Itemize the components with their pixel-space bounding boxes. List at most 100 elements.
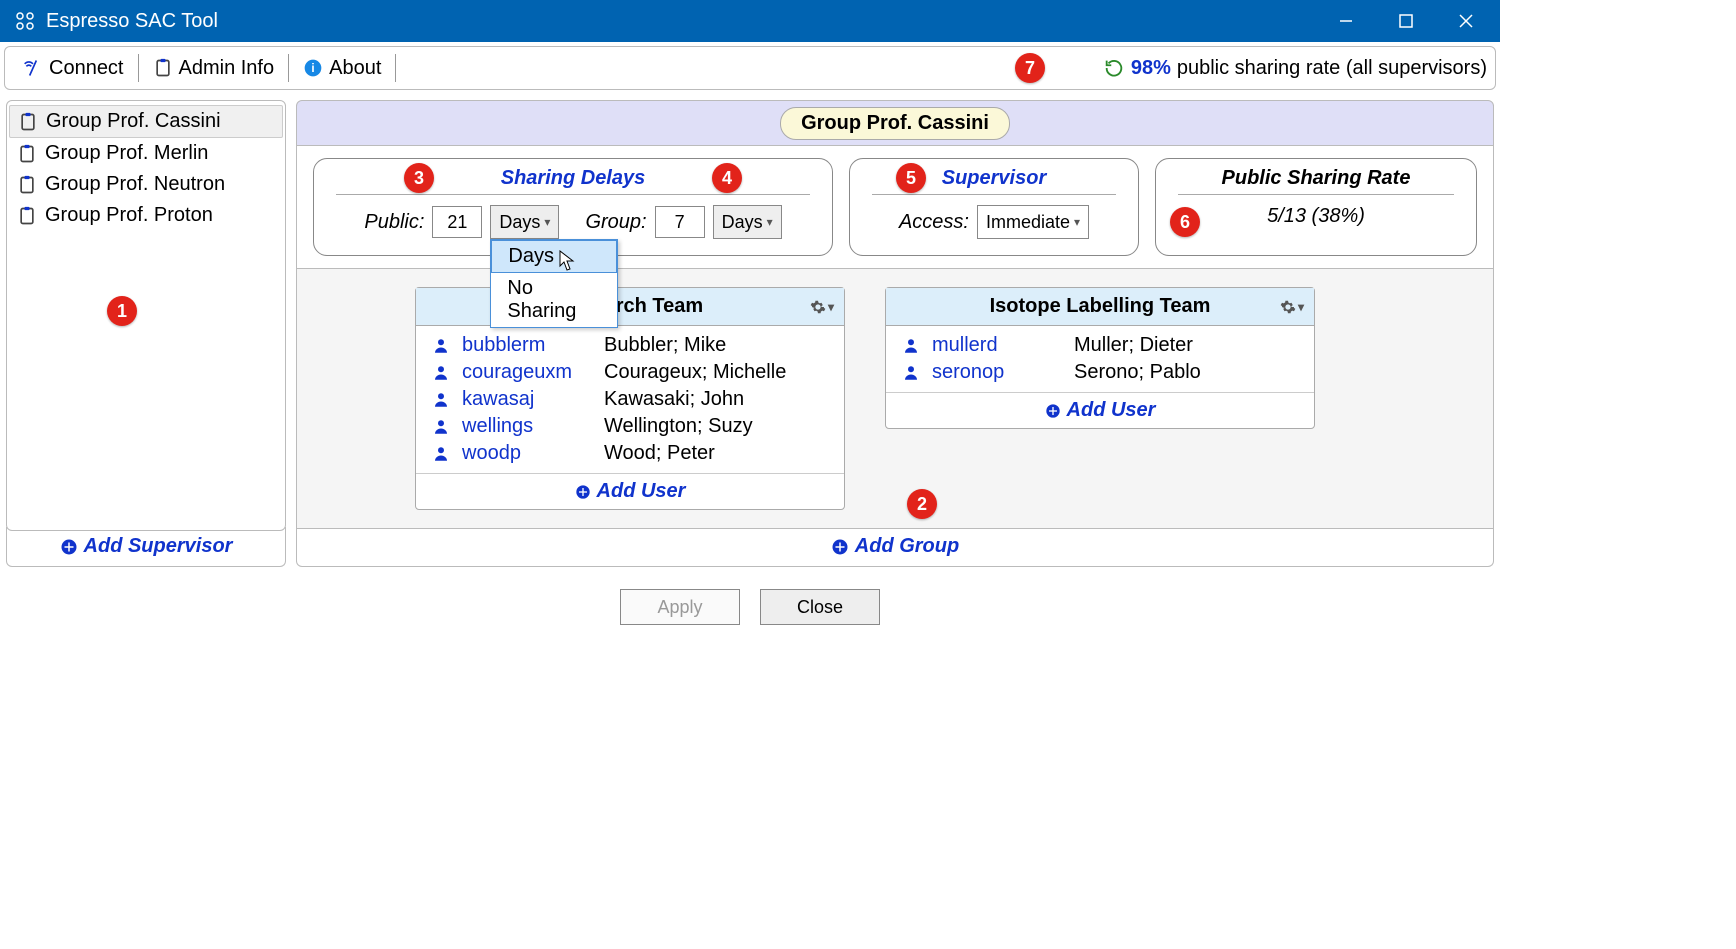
team-body: mullerd Muller; Dieter seronop Serono; Pabl…: [886, 326, 1314, 392]
sidebar-item-merlin[interactable]: Group Prof. Merlin: [9, 138, 283, 169]
user-id: kawasaj: [462, 388, 592, 411]
app-icon: [12, 8, 38, 34]
user-icon: [902, 337, 920, 355]
separator: [395, 54, 396, 82]
add-user-button[interactable]: Add User: [416, 473, 844, 509]
user-row[interactable]: kawasajKawasaki; John: [432, 386, 828, 413]
separator: [288, 54, 289, 82]
unit-option-nosharing[interactable]: No Sharing: [491, 273, 617, 327]
about-button[interactable]: i About: [293, 55, 391, 82]
sidebar-item-label: Group Prof. Neutron: [45, 173, 225, 196]
clipboard-icon: [17, 144, 37, 164]
user-icon: [902, 364, 920, 382]
apply-button[interactable]: Apply: [620, 589, 740, 625]
user-row[interactable]: wellings Wellington; Suzy: [432, 413, 828, 440]
team-header: Research Team ▾: [416, 288, 844, 326]
info-icon: i: [303, 58, 323, 78]
titlebar: Espresso SAC Tool: [0, 0, 1500, 42]
add-user-label: Add User: [597, 480, 686, 503]
user-row[interactable]: courageuxm Courageux; Michelle: [432, 359, 828, 386]
global-share-rate: 98% public sharing rate (all supervisors…: [1103, 57, 1487, 80]
user-row[interactable]: seronop Serono; Pablo: [902, 359, 1298, 386]
team-body: bubblermBubbler; Mikecourageuxm Courageux…: [416, 326, 844, 473]
group-title-chip: Group Prof. Cassini: [780, 107, 1010, 140]
user-row[interactable]: woodp Wood; Peter: [432, 440, 828, 467]
group-unit-value: Days: [722, 212, 763, 233]
supervisor-access-label: Access:: [899, 211, 969, 234]
user-row[interactable]: bubblermBubbler; Mike: [432, 332, 828, 359]
team-card-isotope: Isotope Labelling Team ▾ mullerd Muller; …: [885, 287, 1315, 429]
user-name: Muller; Dieter: [1074, 334, 1193, 357]
annotation-7: 7: [1015, 53, 1045, 83]
close-button[interactable]: [1436, 0, 1496, 42]
admin-info-label: Admin Info: [179, 57, 275, 80]
user-name: Courageux; Michelle: [604, 361, 786, 384]
refresh-icon[interactable]: [1103, 57, 1125, 79]
connect-button[interactable]: Connect: [13, 55, 134, 82]
connect-label: Connect: [49, 57, 124, 80]
supervisor-panel: Supervisor Access: Immediate ▾ 5: [849, 158, 1139, 256]
group-unit-select[interactable]: Days ▾: [713, 205, 782, 239]
maximize-button[interactable]: [1376, 0, 1436, 42]
team-settings-button[interactable]: ▾: [810, 299, 834, 315]
gear-icon: [810, 299, 826, 315]
annotation-6: 6: [1170, 207, 1200, 237]
sidebar-item-label: Group Prof. Merlin: [45, 142, 208, 165]
minimize-button[interactable]: [1316, 0, 1376, 42]
plus-icon: [831, 538, 849, 556]
supervisor-access-value: Immediate: [986, 212, 1070, 233]
unit-dropdown: Days No Sharing: [490, 239, 618, 328]
team-settings-button[interactable]: ▾: [1280, 299, 1304, 315]
gear-icon: [1280, 299, 1296, 315]
clipboard-icon: [153, 58, 173, 78]
annotation-1: 1: [107, 296, 137, 326]
user-id: courageuxm: [462, 361, 592, 384]
user-id: wellings: [462, 415, 592, 438]
close-dialog-button[interactable]: Close: [760, 589, 880, 625]
add-group-label: Add Group: [855, 535, 959, 558]
sidebar-item-proton[interactable]: Group Prof. Proton: [9, 200, 283, 231]
add-group-button[interactable]: Add Group: [296, 527, 1494, 567]
group-label: Group:: [585, 211, 646, 234]
team-card-research: Research Team ▾ bubblermBubbler; Mikecou…: [415, 287, 845, 510]
chevron-down-icon: ▾: [1074, 215, 1080, 229]
sidebar-item-neutron[interactable]: Group Prof. Neutron: [9, 169, 283, 200]
user-name: Wood; Peter: [604, 442, 715, 465]
team-name: Isotope Labelling Team: [990, 295, 1211, 318]
footer: Apply Close: [0, 573, 1500, 641]
plus-icon: [1045, 403, 1061, 419]
plus-icon: [60, 538, 78, 556]
public-unit-select[interactable]: Days ▾ Days No Sharing: [490, 205, 559, 239]
user-name: Wellington; Suzy: [604, 415, 753, 438]
connect-icon: [23, 58, 43, 78]
unit-option-days[interactable]: Days: [491, 240, 617, 273]
clipboard-icon: [18, 112, 38, 132]
add-user-button[interactable]: Add User: [886, 392, 1314, 428]
global-share-text: public sharing rate (all supervisors): [1177, 57, 1487, 80]
sidebar-item-cassini[interactable]: Group Prof. Cassini: [9, 105, 283, 138]
user-id: seronop: [932, 361, 1062, 384]
group-value-input[interactable]: [655, 206, 705, 238]
global-share-pct: 98%: [1131, 57, 1171, 80]
sharing-delays-panel: Sharing Delays Public: Days ▾ Days No Sh…: [313, 158, 833, 256]
user-id: woodp: [462, 442, 592, 465]
chevron-down-icon: ▾: [767, 215, 773, 229]
user-row[interactable]: mullerd Muller; Dieter: [902, 332, 1298, 359]
add-supervisor-button[interactable]: Add Supervisor: [6, 527, 286, 567]
user-name: Serono; Pablo: [1074, 361, 1201, 384]
admin-info-button[interactable]: Admin Info: [143, 55, 285, 82]
user-id: mullerd: [932, 334, 1062, 357]
about-label: About: [329, 57, 381, 80]
separator: [138, 54, 139, 82]
annotation-3: 3: [404, 163, 434, 193]
plus-icon: [575, 484, 591, 500]
user-icon: [432, 364, 450, 382]
public-rate-value: 5/13 (38%): [1267, 205, 1365, 228]
user-icon: [432, 337, 450, 355]
sidebar-item-label: Group Prof. Proton: [45, 204, 213, 227]
public-value-input[interactable]: [432, 206, 482, 238]
public-sharing-rate-panel: Public Sharing Rate 5/13 (38%) 6: [1155, 158, 1477, 256]
team-header: Isotope Labelling Team ▾: [886, 288, 1314, 326]
supervisor-access-select[interactable]: Immediate ▾: [977, 205, 1089, 239]
toolbar: Connect Admin Info i About 98% public sh…: [4, 46, 1496, 90]
